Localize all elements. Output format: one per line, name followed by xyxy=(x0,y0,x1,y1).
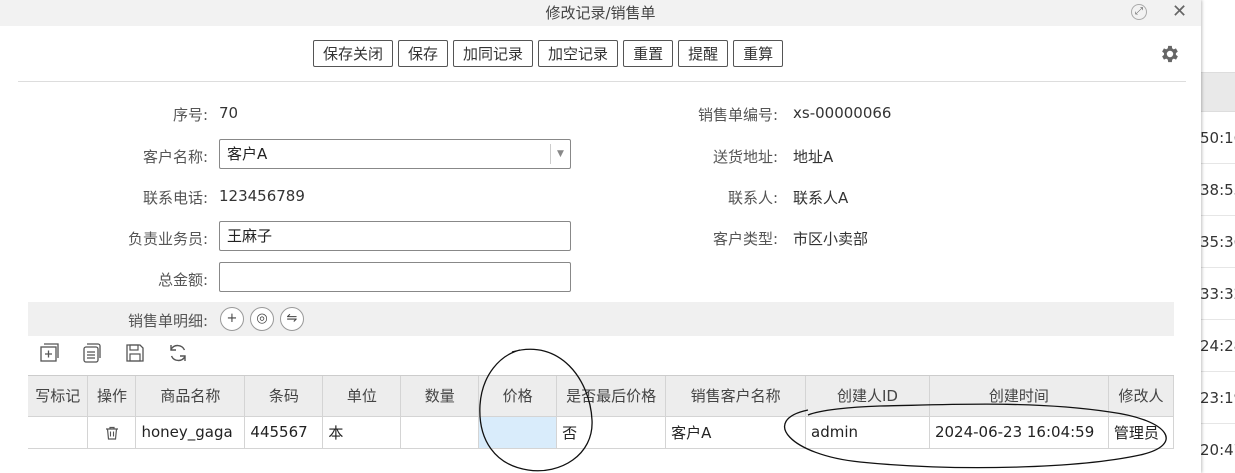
add-empty-record-button[interactable]: 加空记录 xyxy=(538,40,619,67)
save-button[interactable]: 保存 xyxy=(398,40,449,67)
remind-button[interactable]: 提醒 xyxy=(678,40,729,67)
save-icon[interactable] xyxy=(124,342,146,364)
gear-icon[interactable] xyxy=(1159,43,1181,65)
add-same-record-button[interactable]: 加同记录 xyxy=(453,40,534,67)
column-header[interactable]: 创建人ID xyxy=(805,376,930,417)
address-value: 地址A xyxy=(793,148,834,166)
address-label: 送货地址: xyxy=(712,148,778,166)
contact-label: 联系人: xyxy=(727,189,778,207)
sales-customer-cell[interactable]: 客户A xyxy=(665,416,807,449)
customer-type-label: 客户类型: xyxy=(712,230,778,248)
order-no-value: xs-00000066 xyxy=(793,104,892,122)
salesman-label: 负责业务员: xyxy=(127,230,208,248)
background-row[interactable]: 35:36 xyxy=(1196,216,1235,268)
barcode-cell[interactable]: 445567 xyxy=(244,416,324,449)
background-time: 35:36 xyxy=(1200,233,1235,251)
recalculate-button[interactable]: 重算 xyxy=(733,40,784,67)
customer-label: 客户名称: xyxy=(142,148,208,166)
add-icon[interactable] xyxy=(38,342,60,364)
dialog-title: 修改记录/销售单 xyxy=(545,4,656,22)
created-time-cell[interactable]: 2024-06-23 16:04:59 xyxy=(929,416,1109,449)
save-close-button[interactable]: 保存关闭 xyxy=(313,40,394,67)
column-header[interactable]: 商品名称 xyxy=(135,376,246,417)
column-header[interactable]: 写标记 xyxy=(28,376,89,417)
swap-icon[interactable]: ⇋ xyxy=(280,307,304,331)
background-row[interactable]: 50:16 xyxy=(1196,112,1235,164)
phone-value: 123456789 xyxy=(219,187,305,205)
sales-detail-grid: 写标记 操作 商品名称 条码 单位 数量 价格 是否最后价格 销售客户名称 创建… xyxy=(28,375,1175,473)
background-row[interactable]: 20:47 xyxy=(1196,424,1235,473)
write-mark-cell[interactable] xyxy=(28,416,89,449)
detail-label: 销售单明细: xyxy=(127,312,208,330)
copy-icon[interactable] xyxy=(81,342,103,364)
toolbar-divider xyxy=(18,81,1186,82)
total-amount-field[interactable] xyxy=(219,262,571,292)
seq-label: 序号: xyxy=(172,106,208,124)
background-row[interactable]: 33:32 xyxy=(1196,268,1235,320)
column-header[interactable]: 创建时间 xyxy=(929,376,1109,417)
background-row[interactable]: 38:53 xyxy=(1196,164,1235,216)
customer-select-value: 客户A xyxy=(227,145,268,163)
column-header[interactable]: 销售客户名称 xyxy=(665,376,807,417)
toolbar: 保存关闭 保存 加同记录 加空记录 重置 提醒 重算 xyxy=(313,40,784,67)
salesman-value: 王麻子 xyxy=(227,227,273,245)
link-icon[interactable]: ◎ xyxy=(250,307,274,331)
quantity-cell[interactable] xyxy=(400,416,480,449)
chevron-down-icon[interactable]: ▼ xyxy=(550,144,570,164)
background-time: 50:16 xyxy=(1200,129,1235,147)
grid-toolbar xyxy=(38,342,189,364)
salesman-field[interactable]: 王麻子 xyxy=(219,221,571,251)
price-cell[interactable] xyxy=(478,416,558,449)
creator-id-cell[interactable]: admin xyxy=(805,416,930,449)
background-time: 38:53 xyxy=(1200,181,1235,199)
background-list-top xyxy=(1196,0,1235,72)
background-row[interactable]: 23:19 xyxy=(1196,372,1235,424)
modifier-cell[interactable]: 管理员 xyxy=(1108,416,1175,449)
grid-header-row: 写标记 操作 商品名称 条码 单位 数量 价格 是否最后价格 销售客户名称 创建… xyxy=(28,376,1175,417)
customer-type-value: 市区小卖部 xyxy=(793,230,869,248)
order-no-label: 销售单编号: xyxy=(697,106,778,124)
column-header[interactable]: 数量 xyxy=(400,376,480,417)
refresh-icon[interactable] xyxy=(167,342,189,364)
trash-icon[interactable] xyxy=(104,425,120,441)
background-list-header xyxy=(1196,72,1235,112)
seq-value: 70 xyxy=(219,104,239,122)
contact-value: 联系人A xyxy=(793,189,849,207)
action-cell[interactable] xyxy=(87,416,137,449)
column-header[interactable]: 价格 xyxy=(478,376,558,417)
background-time: 23:19 xyxy=(1200,389,1235,407)
column-header[interactable]: 条码 xyxy=(244,376,324,417)
background-time: 33:32 xyxy=(1200,285,1235,303)
column-header[interactable]: 修改人 xyxy=(1108,376,1175,417)
edit-record-dialog: 修改记录/销售单 ⤢ ✕ 保存关闭 保存 加同记录 加空记录 重置 提醒 重算 … xyxy=(0,0,1201,473)
customer-select[interactable]: 客户A ▼ xyxy=(219,139,571,169)
total-label: 总金额: xyxy=(157,271,208,289)
product-name-cell[interactable]: honey_gaga xyxy=(135,416,246,449)
phone-label: 联系电话: xyxy=(142,189,208,207)
table-row[interactable]: honey_gaga 445567 本 否 客户A admin 2024-06-… xyxy=(28,416,1175,449)
is-last-price-cell[interactable]: 否 xyxy=(556,416,667,449)
column-header[interactable]: 操作 xyxy=(87,376,137,417)
add-icon[interactable]: + xyxy=(220,307,244,331)
background-row[interactable]: 24:28 xyxy=(1196,320,1235,372)
background-time: 24:28 xyxy=(1200,337,1235,355)
reset-button[interactable]: 重置 xyxy=(623,40,674,67)
unit-cell[interactable]: 本 xyxy=(322,416,402,449)
restore-icon[interactable]: ⤢ xyxy=(1131,4,1147,20)
background-list: 50:16 38:53 35:36 33:32 24:28 23:19 20:4… xyxy=(1195,0,1235,473)
column-header[interactable]: 是否最后价格 xyxy=(556,376,667,417)
column-header[interactable]: 单位 xyxy=(322,376,402,417)
close-icon[interactable]: ✕ xyxy=(1172,1,1187,23)
dialog-titlebar[interactable]: 修改记录/销售单 ⤢ ✕ xyxy=(0,0,1201,26)
background-time: 20:47 xyxy=(1200,441,1235,459)
